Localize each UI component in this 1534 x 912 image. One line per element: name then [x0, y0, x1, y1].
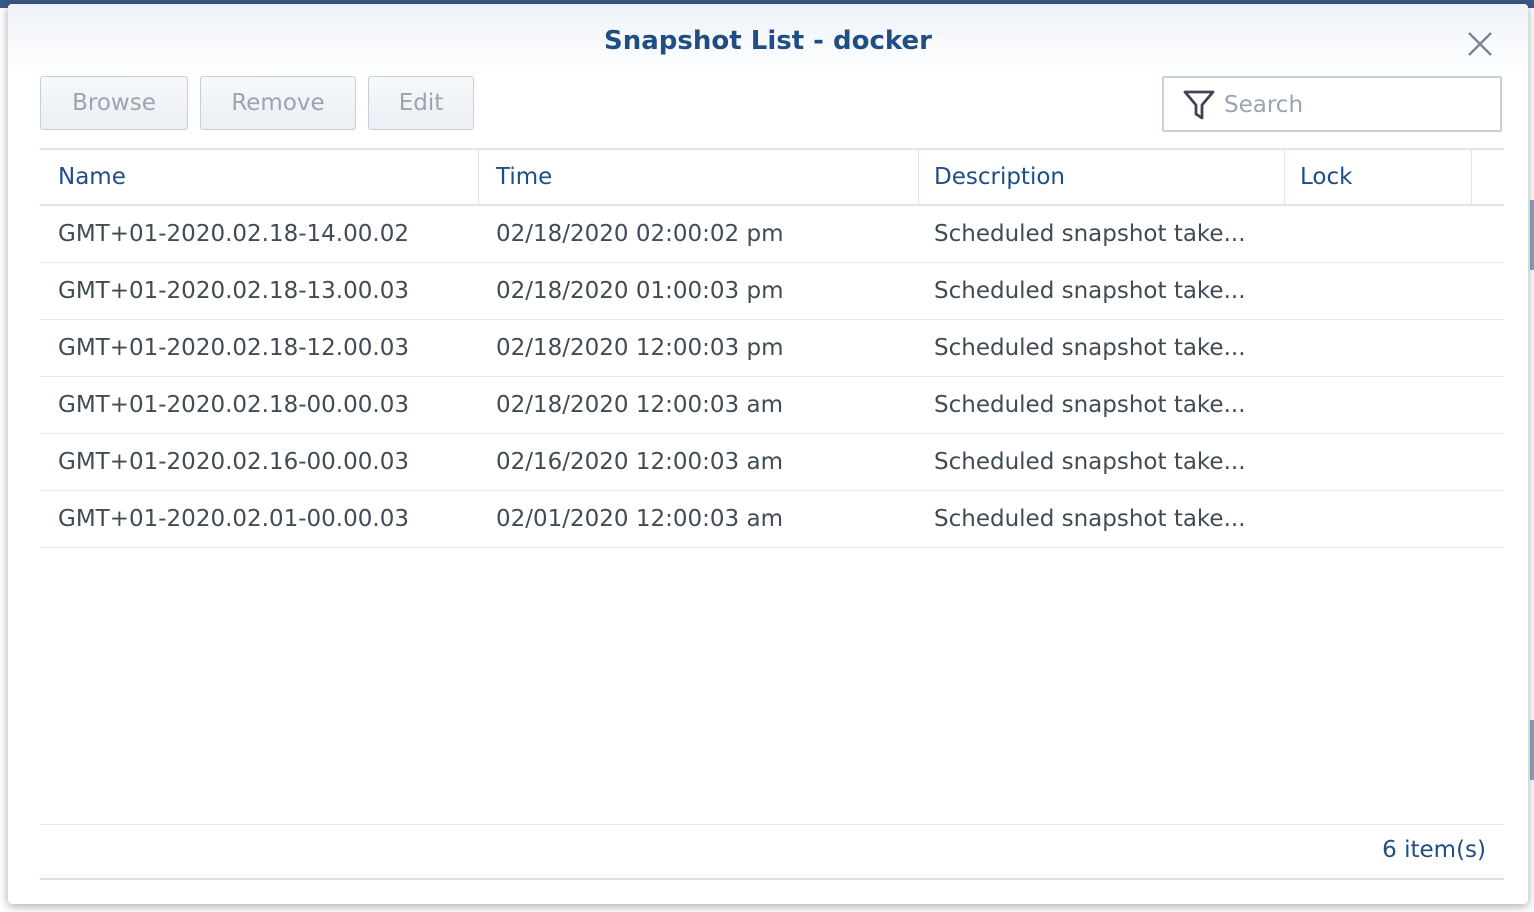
table-row[interactable]: GMT+01-2020.02.16-00.00.03 02/16/2020 12… [40, 434, 1504, 491]
snapshot-table: Name Time Description Lock GMT+01-2020.0… [40, 148, 1504, 548]
close-icon [1468, 32, 1492, 56]
footer-border [40, 878, 1504, 880]
snapshot-list-dialog: Snapshot List - docker Browse Remove Edi… [8, 4, 1528, 904]
cell-name: GMT+01-2020.02.18-12.00.03 [58, 335, 409, 361]
cell-name: GMT+01-2020.02.16-00.00.03 [58, 449, 409, 475]
column-header-time[interactable]: Time [478, 150, 918, 204]
table-row[interactable]: GMT+01-2020.02.18-12.00.03 02/18/2020 12… [40, 320, 1504, 377]
cell-time: 02/16/2020 12:00:03 am [496, 449, 783, 475]
dialog-title: Snapshot List - docker [604, 26, 932, 56]
column-header-lock[interactable]: Lock [1284, 150, 1472, 204]
cell-lock [1284, 206, 1472, 262]
column-header-name[interactable]: Name [40, 150, 478, 204]
cell-description: Scheduled snapshot take... [934, 392, 1246, 418]
cell-time: 02/18/2020 02:00:02 pm [496, 221, 784, 247]
cell-time: 02/18/2020 12:00:03 pm [496, 335, 784, 361]
column-divider[interactable] [1471, 150, 1472, 204]
table-row[interactable]: GMT+01-2020.02.18-00.00.03 02/18/2020 12… [40, 377, 1504, 434]
cell-time: 02/01/2020 12:00:03 am [496, 506, 783, 532]
table-row[interactable]: GMT+01-2020.02.01-00.00.03 02/01/2020 12… [40, 491, 1504, 548]
table-row[interactable]: GMT+01-2020.02.18-14.00.02 02/18/2020 02… [40, 206, 1504, 263]
cell-lock [1284, 320, 1472, 376]
cell-time: 02/18/2020 01:00:03 pm [496, 278, 784, 304]
footer-divider [40, 824, 1504, 825]
cell-description: Scheduled snapshot take... [934, 278, 1246, 304]
browse-button[interactable]: Browse [40, 76, 188, 130]
cell-description: Scheduled snapshot take... [934, 449, 1246, 475]
cell-description: Scheduled snapshot take... [934, 335, 1246, 361]
cell-name: GMT+01-2020.02.01-00.00.03 [58, 506, 409, 532]
search-box[interactable] [1162, 76, 1502, 132]
table-header: Name Time Description Lock [40, 148, 1504, 206]
background-scroll-marker [1530, 720, 1534, 780]
cell-lock [1284, 263, 1472, 319]
cell-lock [1284, 491, 1472, 547]
remove-button[interactable]: Remove [200, 76, 356, 130]
close-button[interactable] [1464, 28, 1496, 60]
column-header-description[interactable]: Description [918, 150, 1284, 204]
item-count: 6 item(s) [1382, 837, 1486, 863]
cell-name: GMT+01-2020.02.18-13.00.03 [58, 278, 409, 304]
cell-lock [1284, 434, 1472, 490]
dialog-header: Snapshot List - docker [8, 4, 1528, 76]
background-scroll-marker [1530, 200, 1534, 270]
search-input[interactable] [1222, 84, 1486, 126]
cell-description: Scheduled snapshot take... [934, 506, 1246, 532]
cell-time: 02/18/2020 12:00:03 am [496, 392, 783, 418]
edit-button[interactable]: Edit [368, 76, 474, 130]
cell-name: GMT+01-2020.02.18-00.00.03 [58, 392, 409, 418]
cell-description: Scheduled snapshot take... [934, 221, 1246, 247]
filter-icon[interactable] [1182, 88, 1216, 122]
cell-lock [1284, 377, 1472, 433]
cell-name: GMT+01-2020.02.18-14.00.02 [58, 221, 409, 247]
table-row[interactable]: GMT+01-2020.02.18-13.00.03 02/18/2020 01… [40, 263, 1504, 320]
